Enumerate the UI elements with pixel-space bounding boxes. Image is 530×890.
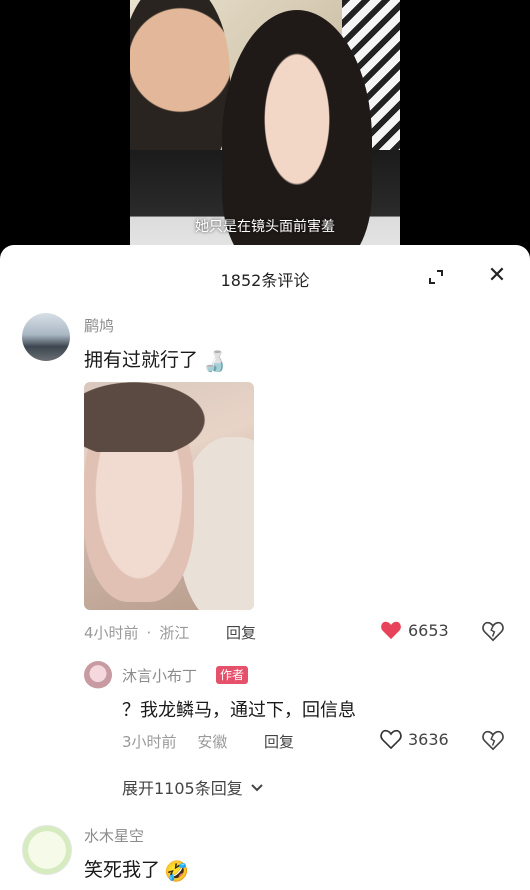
comment-image[interactable] bbox=[84, 382, 254, 610]
comment-sheet: 1852条评论 ✕ 鹛鸠 拥有过就行了 🍶 4小时前 · 浙江 回复 6653 沐言小… bbox=[0, 245, 530, 890]
comment-meta: 4小时前 · 浙江 bbox=[84, 622, 189, 643]
meta-separator: · bbox=[146, 624, 152, 642]
video-caption: 她只是在镜头面前害羞 bbox=[195, 219, 335, 235]
like-button[interactable]: 6653 bbox=[380, 620, 449, 640]
author-badge: 作者 bbox=[216, 666, 249, 684]
video-player[interactable]: 她只是在镜头面前害羞 bbox=[0, 0, 530, 260]
avatar[interactable] bbox=[22, 313, 70, 361]
broken-heart-icon[interactable] bbox=[482, 620, 504, 642]
like-count: 6653 bbox=[408, 620, 449, 640]
laughing-emoji: 🤣 bbox=[164, 859, 189, 883]
comment-username[interactable]: 水木星空 bbox=[84, 825, 144, 846]
reply-avatar[interactable] bbox=[84, 661, 112, 689]
close-icon[interactable]: ✕ bbox=[487, 265, 507, 287]
reply-button[interactable]: 回复 bbox=[226, 622, 256, 643]
reply-time: 3小时前 bbox=[122, 733, 177, 751]
chevron-down-icon bbox=[251, 784, 263, 792]
reply-like-count: 3636 bbox=[408, 729, 449, 749]
meta-spacer bbox=[185, 733, 190, 751]
comment-text: 拥有过就行了 🍶 bbox=[84, 345, 227, 373]
avatar[interactable] bbox=[22, 825, 72, 875]
expand-icon[interactable] bbox=[426, 267, 446, 287]
heart-outline-icon bbox=[380, 729, 402, 749]
reply-broken-heart-icon[interactable] bbox=[482, 729, 504, 751]
reply-like-button[interactable]: 3636 bbox=[380, 729, 449, 749]
comment-count-title: 1852条评论 bbox=[220, 271, 310, 290]
comment-location: 浙江 bbox=[159, 624, 190, 642]
video-frame bbox=[130, 0, 400, 245]
reply-reply-button[interactable]: 回复 bbox=[264, 731, 294, 752]
expand-replies-label: 展开1105条回复 bbox=[122, 779, 243, 798]
comment-time: 4小时前 bbox=[84, 624, 139, 642]
reply-location: 安徽 bbox=[197, 733, 228, 751]
reply-text: ？我龙鳞马，通过下，回信息 bbox=[122, 700, 356, 721]
heart-filled-icon bbox=[381, 621, 401, 640]
comment-text-content: 笑死我了 bbox=[84, 859, 161, 881]
reply-meta: 3小时前 安徽 bbox=[122, 731, 227, 752]
comment-text-content: 拥有过就行了 bbox=[84, 349, 199, 371]
comment-text: 笑死我了 🤣 bbox=[84, 855, 189, 883]
image-hair bbox=[84, 382, 224, 452]
expand-replies-button[interactable]: 展开1105条回复 bbox=[122, 775, 264, 799]
bottle-emoji: 🍶 bbox=[202, 349, 227, 373]
reply-username[interactable]: 沐言小布丁 bbox=[122, 665, 197, 686]
comment-username[interactable]: 鹛鸠 bbox=[84, 315, 114, 336]
